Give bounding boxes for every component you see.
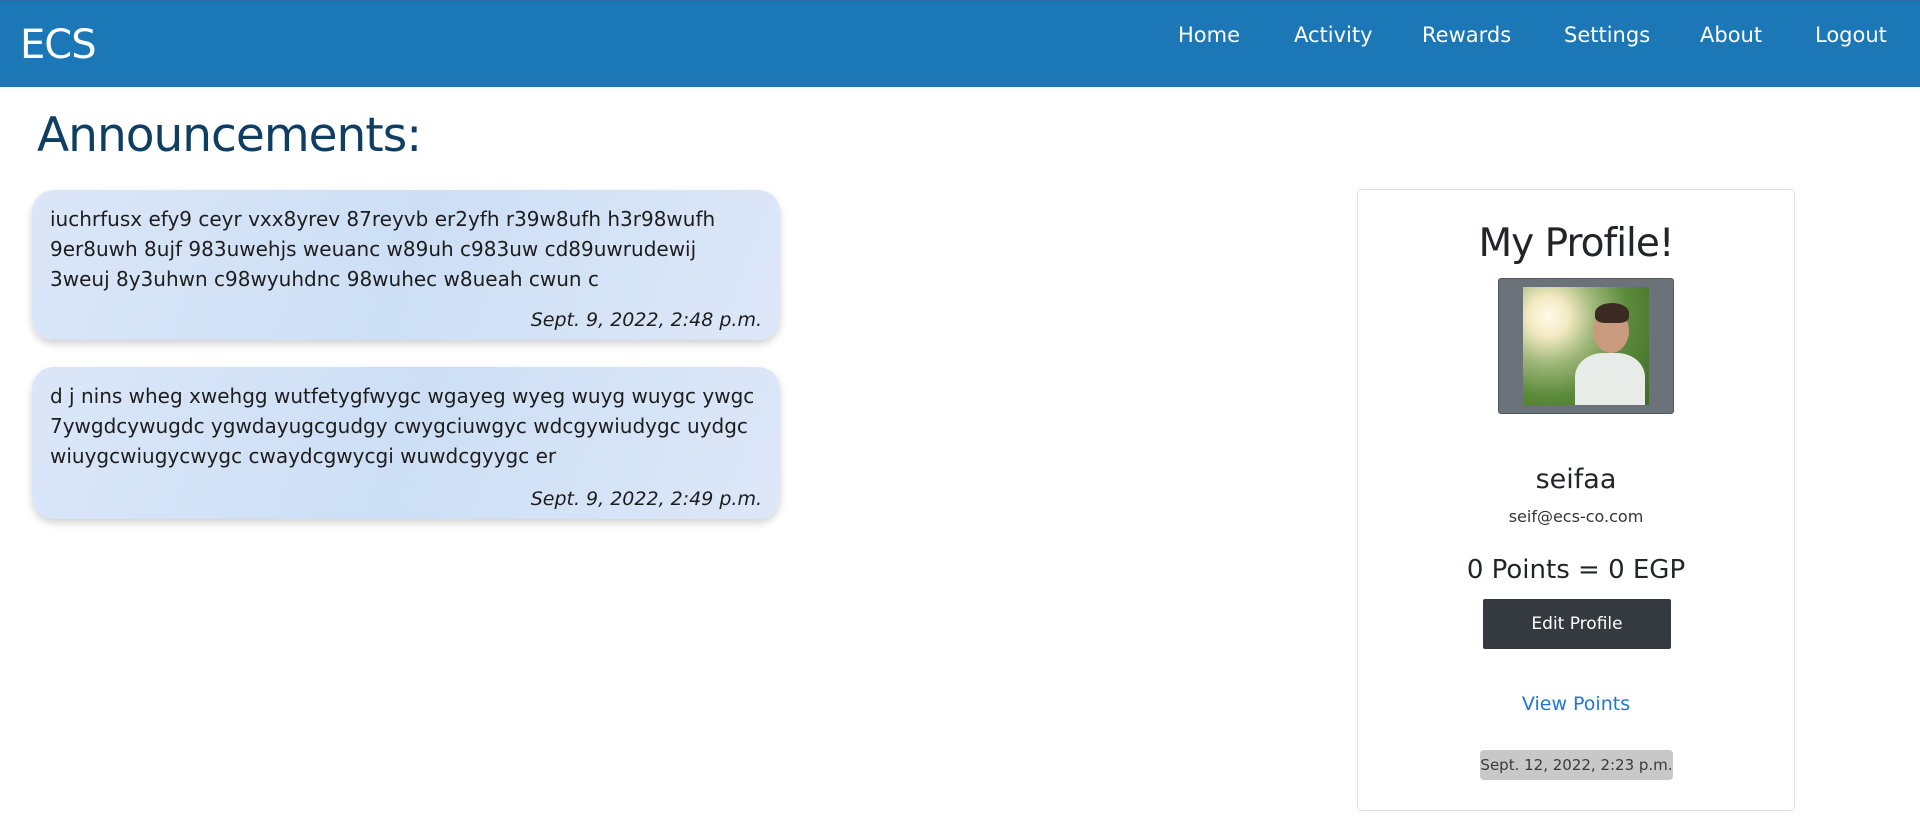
avatar-hair-shape (1595, 303, 1629, 323)
avatar (1523, 287, 1649, 405)
nav-activity[interactable]: Activity (1294, 21, 1373, 49)
profile-points: 0 Points = 0 EGP (1466, 555, 1686, 585)
nav-about[interactable]: About (1700, 21, 1762, 49)
profile-title: My Profile! (1478, 221, 1674, 266)
announcement-card: iuchrfusx efy9 ceyr vxx8yrev 87reyvb er2… (32, 190, 780, 340)
profile-card: My Profile! seifaa seif@ecs-co.com 0 Poi… (1357, 189, 1795, 811)
announcement-text: iuchrfusx efy9 ceyr vxx8yrev 87reyvb er2… (50, 207, 716, 291)
announcement-time: Sept. 9, 2022, 2:49 p.m. (530, 488, 762, 510)
page-title: Announcements: (37, 108, 422, 163)
profile-email: seif@ecs-co.com (1508, 507, 1644, 526)
brand-logo[interactable]: ECS (20, 21, 97, 69)
edit-profile-button[interactable]: Edit Profile (1483, 599, 1671, 649)
profile-date-badge: Sept. 12, 2022, 2:23 p.m. (1480, 750, 1673, 780)
announcement-card: d j nins wheg xwehgg wutfetygfwygc wgaye… (32, 367, 780, 519)
avatar-body-shape (1575, 353, 1645, 405)
avatar-frame (1498, 278, 1674, 414)
profile-username: seifaa (1535, 464, 1617, 495)
nav-rewards[interactable]: Rewards (1422, 21, 1511, 49)
top-navbar: ECS Home Activity Rewards Settings About… (0, 0, 1920, 87)
nav-home[interactable]: Home (1178, 21, 1240, 49)
announcement-text: d j nins wheg xwehgg wutfetygfwygc wgaye… (50, 384, 755, 468)
announcement-time: Sept. 9, 2022, 2:48 p.m. (530, 309, 762, 331)
nav-logout[interactable]: Logout (1815, 21, 1887, 49)
nav-settings[interactable]: Settings (1564, 21, 1650, 49)
view-points-link[interactable]: View Points (1358, 691, 1794, 717)
